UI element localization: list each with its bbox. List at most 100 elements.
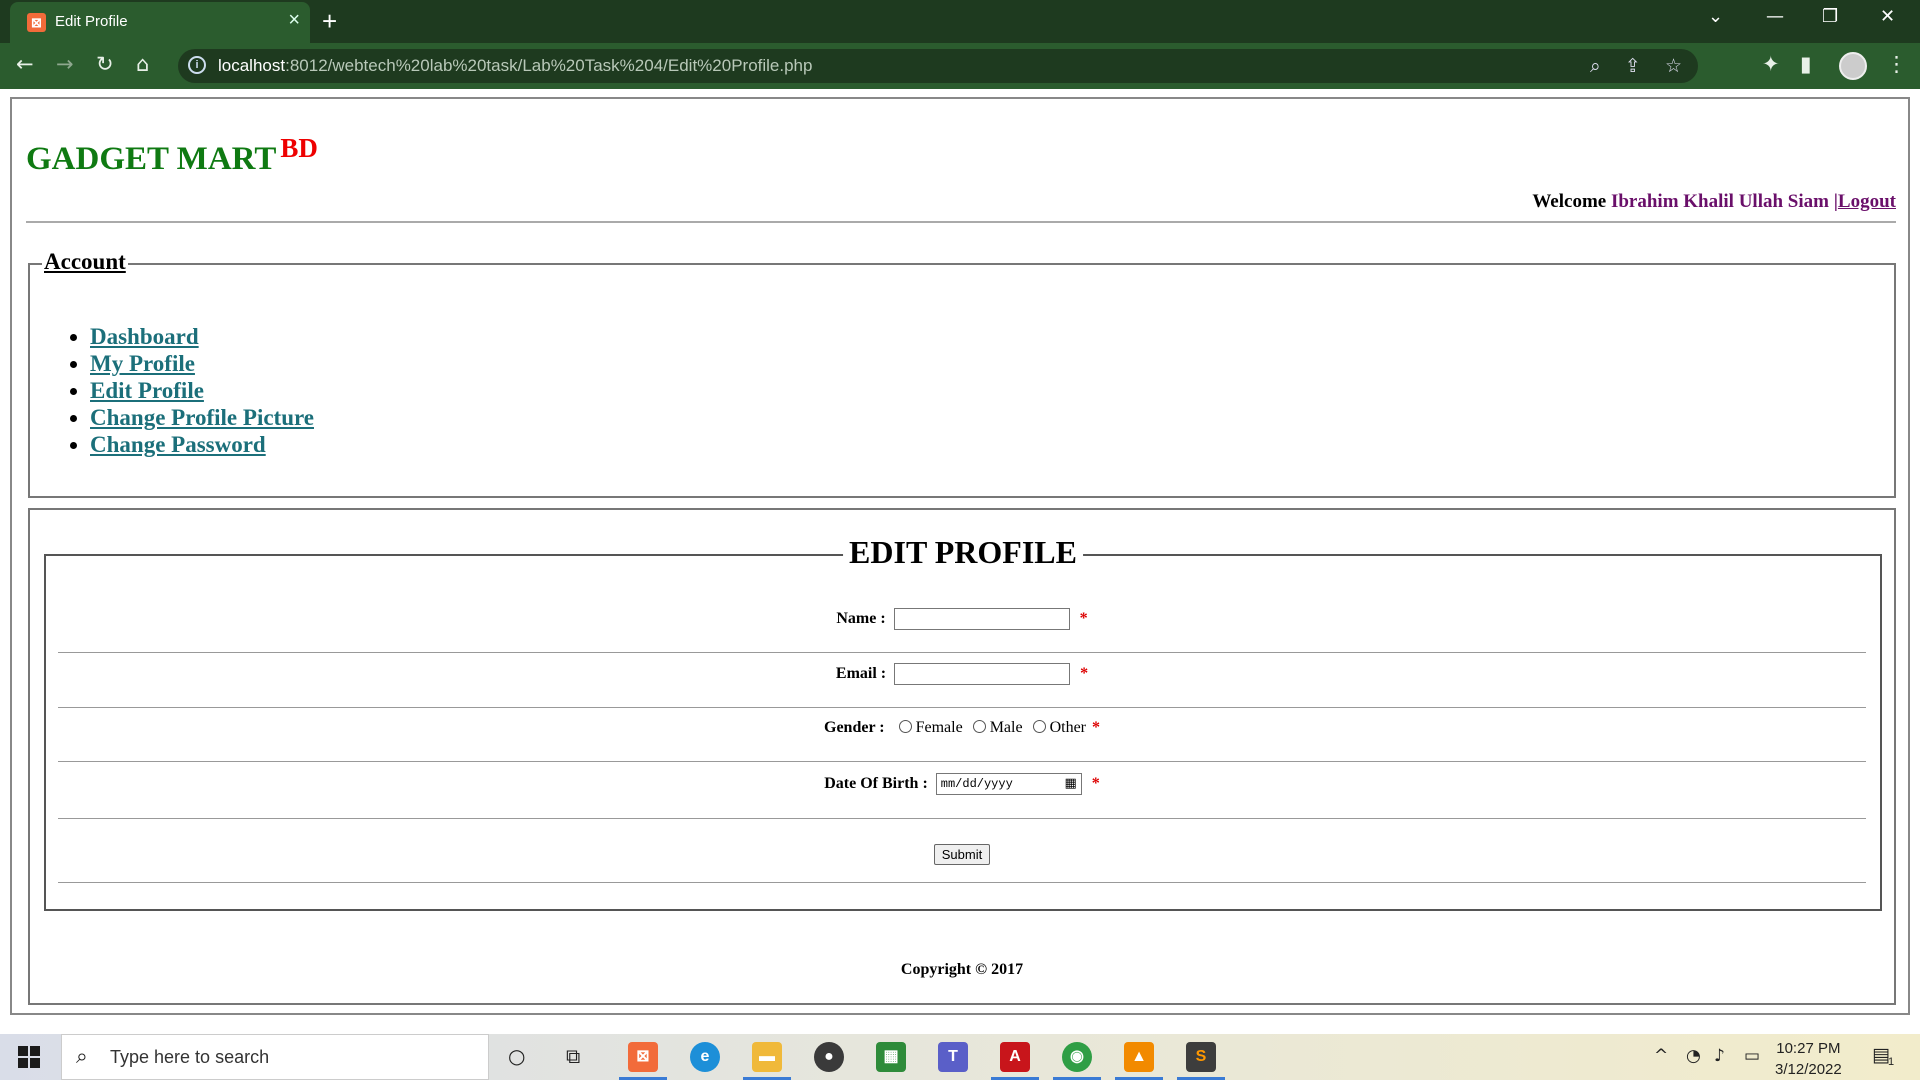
name-row: Name : * [58,608,1866,630]
content-section: EDIT PROFILE Name : * Email : * Gender :… [28,508,1896,1005]
name-input[interactable] [893,608,1070,630]
browser-toolbar: ← → ↻ ⌂ i localhost:8012/webtech%20lab%2… [0,43,1920,89]
dob-date-input[interactable]: mm/dd/yyyy ▦ [935,773,1082,795]
chrome-app-icon[interactable]: ◉ [1053,1042,1101,1080]
volume-icon[interactable]: ♪ [1714,1046,1725,1066]
brand-sup: BD [280,133,318,163]
home-icon[interactable]: ⌂ [136,52,149,76]
edit-profile-legend: EDIT PROFILE [843,534,1083,571]
url-path: :8012/webtech%20lab%20task/Lab%20Task%20… [285,56,813,75]
nav-item-change-password: Change Password [90,431,314,458]
vlc-app-icon[interactable]: ▲ [1115,1042,1163,1080]
gender-other-label: Other [1049,719,1086,736]
edit-profile-link[interactable]: Edit Profile [90,378,204,403]
page-table: GADGET MART BD Welcome Ibrahim Khalil Ull… [10,97,1910,1015]
submit-button[interactable]: Submit [933,844,991,865]
address-bar[interactable]: i localhost:8012/webtech%20lab%20task/La… [178,49,1698,83]
tab-search-icon[interactable]: ⌄ [1708,6,1723,27]
gender-female-label: Female [915,719,963,736]
battery-icon[interactable]: ▭ [1744,1046,1760,1066]
submit-row: Submit [58,844,1866,865]
calendar-icon[interactable]: ▦ [1064,776,1076,791]
gender-row: Gender : Female Male Other * [58,719,1866,737]
nav-item-change-picture: Change Profile Picture [90,404,314,431]
clock-date: 3/12/2022 [1775,1061,1842,1078]
sublime-app-icon[interactable]: S [1177,1042,1225,1080]
name-required-mark: * [1079,609,1088,627]
row-divider [58,761,1866,762]
search-placeholder: Type here to search [110,1047,270,1067]
name-label: Name : [836,609,886,627]
windows-start-icon[interactable] [18,1046,40,1068]
email-input[interactable] [894,663,1071,685]
site-info-icon[interactable]: i [188,56,206,74]
welcome-prefix: Welcome [1532,191,1607,212]
url-host: localhost [218,56,286,75]
header-divider [26,221,1896,223]
row-divider [58,882,1866,883]
gender-male-radio[interactable] [972,720,986,733]
acrobat-app-icon[interactable]: A [991,1042,1039,1080]
nav-item-dashboard: Dashboard [90,323,314,350]
zoom-icon[interactable]: ⌕ [1590,55,1601,77]
gender-other-radio[interactable] [1032,720,1046,733]
side-panel-icon[interactable]: ▮ [1800,52,1812,76]
reload-icon[interactable]: ↻ [96,52,114,76]
new-tab-icon[interactable]: + [322,6,337,37]
profile-avatar[interactable] [1839,52,1867,80]
site-brand: GADGET MART BD [26,133,318,178]
dob-label: Date Of Birth : [824,774,928,792]
row-divider [58,652,1866,653]
browser-tab-strip: ⊠ Edit Profile × + ⌄ — ❐ ✕ [0,0,1920,43]
taskbar-search-box[interactable]: ⌕ Type here to search [61,1034,489,1080]
gender-male-label: Male [989,719,1023,736]
row-divider [58,818,1866,819]
teams-app-icon[interactable]: T [938,1042,968,1072]
change-profile-picture-link[interactable]: Change Profile Picture [90,405,314,430]
notification-count-badge: 1 [1888,1056,1895,1068]
omnibox-actions: ⌕ ⇪ ☆ [1590,55,1682,77]
obs-app-icon[interactable]: ● [814,1042,844,1072]
row-divider [58,707,1866,708]
my-profile-link[interactable]: My Profile [90,351,195,376]
winrar-app-icon[interactable]: ▦ [876,1042,906,1072]
edge-app-icon[interactable]: e [690,1042,720,1072]
account-nav: Dashboard My Profile Edit Profile Change… [70,323,314,458]
clock-time: 10:27 PM [1776,1040,1841,1057]
browser-tab[interactable]: ⊠ Edit Profile × [10,2,310,43]
bookmark-star-icon[interactable]: ☆ [1665,55,1682,77]
minimize-icon[interactable]: — [1766,6,1784,27]
network-icon[interactable]: ◔ [1686,1046,1701,1066]
dob-row: Date Of Birth : mm/dd/yyyy ▦ * [58,773,1866,795]
nav-item-my-profile: My Profile [90,350,314,377]
windows-taskbar: ⌕ Type here to search ○ ⧉ ⊠ e ▬ ● ▦ T A … [0,1034,1920,1080]
share-icon[interactable]: ⇪ [1625,55,1641,77]
extensions-icon[interactable]: ✦ [1762,52,1780,76]
address-url[interactable]: localhost:8012/webtech%20lab%20task/Lab%… [218,56,812,76]
logout-link[interactable]: Logout [1838,191,1896,212]
nav-item-edit-profile: Edit Profile [90,377,314,404]
task-view-icon[interactable]: ⧉ [566,1044,580,1068]
taskbar-clock[interactable]: 10:27 PM 3/12/2022 [1775,1038,1842,1080]
forward-icon[interactable]: → [56,52,74,76]
file-explorer-icon[interactable]: ▬ [743,1042,791,1080]
restore-icon[interactable]: ❐ [1822,6,1838,27]
user-name-link[interactable]: Ibrahim Khalil Ullah Siam [1611,191,1829,212]
page-viewport: GADGET MART BD Welcome Ibrahim Khalil Ull… [0,89,1920,1018]
cortana-icon[interactable]: ○ [508,1044,525,1068]
copyright-text: Copyright © 2017 [900,961,1024,978]
gender-female-radio[interactable] [898,720,912,733]
dob-required-mark: * [1091,774,1100,792]
brand-name: GADGET MART [26,141,277,177]
close-tab-icon[interactable]: × [288,9,300,32]
menu-kebab-icon[interactable]: ⋮ [1886,52,1907,76]
gender-label: Gender : [824,719,885,736]
xampp-app-icon[interactable]: ⊠ [619,1042,667,1080]
close-window-icon[interactable]: ✕ [1880,6,1895,27]
change-password-link[interactable]: Change Password [90,432,266,457]
tray-overflow-icon[interactable]: ^ [1654,1046,1668,1066]
dashboard-link[interactable]: Dashboard [90,324,199,349]
email-required-mark: * [1080,664,1089,682]
email-label: Email : [835,664,887,682]
back-icon[interactable]: ← [16,52,34,76]
